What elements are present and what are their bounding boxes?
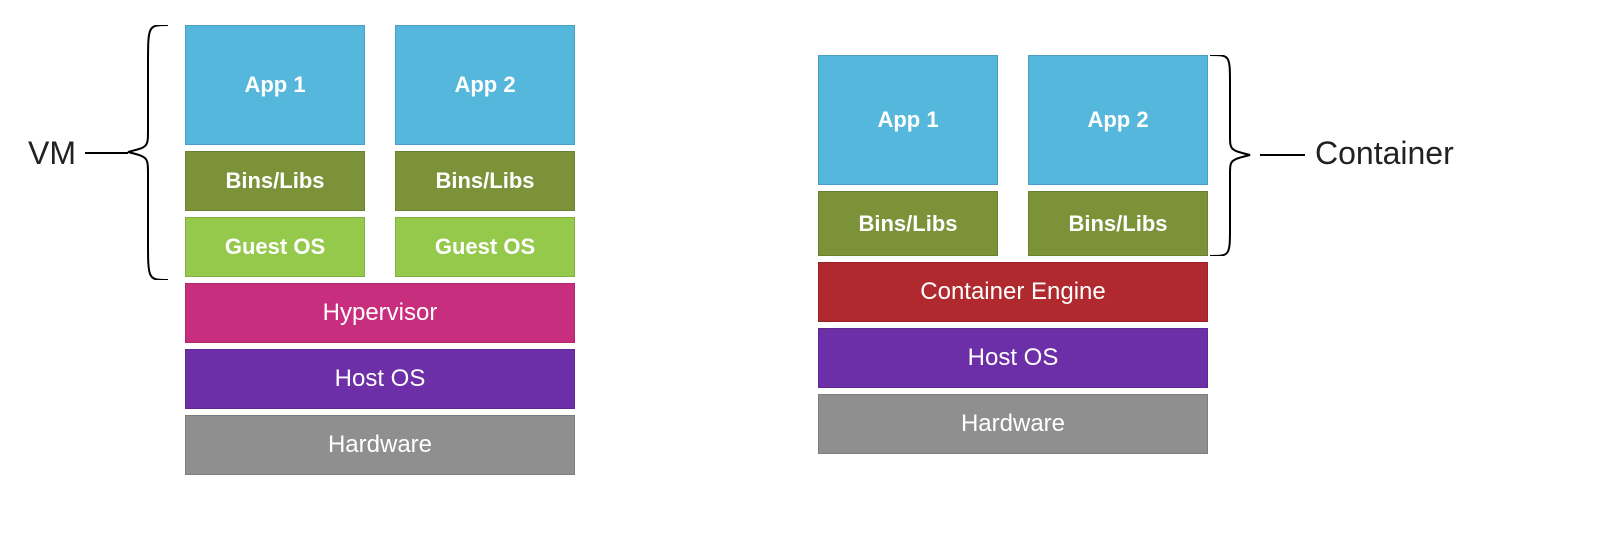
container-stack: App 1 Bins/Libs App 2 Bins/Libs Containe…	[818, 55, 1208, 454]
vm-top-row: App 1 Bins/Libs Guest OS App 2 Bins/Libs…	[185, 25, 575, 277]
container-connector-icon	[1260, 154, 1305, 156]
vm-connector-icon	[85, 152, 128, 154]
vm-bins-box: Bins/Libs	[395, 151, 575, 211]
container-engine-box: Container Engine	[818, 262, 1208, 322]
ct-app-box: App 2	[1028, 55, 1208, 185]
vm-guestos-box: Guest OS	[185, 217, 365, 277]
vm-pillar-2: App 2 Bins/Libs Guest OS	[395, 25, 575, 277]
vm-app-box: App 2	[395, 25, 575, 145]
vm-pillar-1: App 1 Bins/Libs Guest OS	[185, 25, 365, 277]
ct-bins-box: Bins/Libs	[818, 191, 998, 256]
container-label: Container	[1315, 135, 1454, 172]
ct-top-row: App 1 Bins/Libs App 2 Bins/Libs	[818, 55, 1208, 256]
vm-app-box: App 1	[185, 25, 365, 145]
ct-app-box: App 1	[818, 55, 998, 185]
vm-hardware-box: Hardware	[185, 415, 575, 475]
diagram-canvas: VM App 1 Bins/Libs Guest OS App 2 Bins/L…	[0, 0, 1600, 538]
vm-hostos-box: Host OS	[185, 349, 575, 409]
ct-hardware-box: Hardware	[818, 394, 1208, 454]
ct-hostos-box: Host OS	[818, 328, 1208, 388]
vm-bins-box: Bins/Libs	[185, 151, 365, 211]
container-brace-icon	[1210, 55, 1260, 256]
vm-guestos-box: Guest OS	[395, 217, 575, 277]
ct-pillar-1: App 1 Bins/Libs	[818, 55, 998, 256]
hypervisor-box: Hypervisor	[185, 283, 575, 343]
ct-bins-box: Bins/Libs	[1028, 191, 1208, 256]
vm-stack: App 1 Bins/Libs Guest OS App 2 Bins/Libs…	[185, 25, 575, 475]
ct-pillar-2: App 2 Bins/Libs	[1028, 55, 1208, 256]
vm-label: VM	[28, 135, 76, 172]
